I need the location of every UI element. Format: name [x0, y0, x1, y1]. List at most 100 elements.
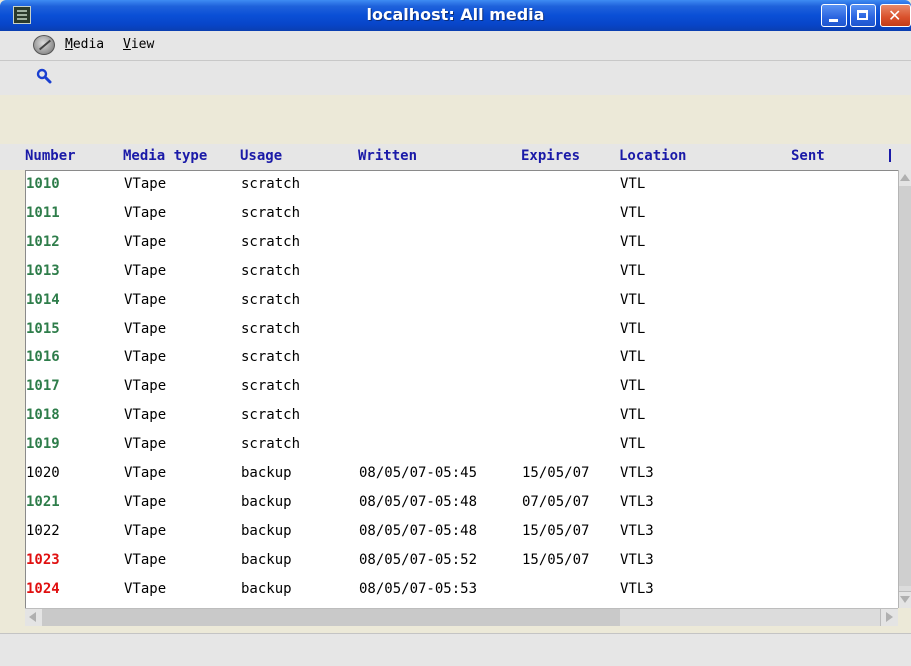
expires-cell: 15/05/07 — [522, 465, 590, 481]
toolbar — [0, 61, 911, 95]
horizontal-scrollbar[interactable] — [25, 608, 898, 626]
menu-view-rest: iew — [130, 37, 155, 52]
vertical-scroll-thumb[interactable] — [899, 186, 911, 586]
title-bar[interactable]: localhost: All media ✕ — [0, 0, 911, 31]
table-row[interactable]: 1020 VTape backup 08/05/07-05:45 15/05/07 VTL… — [26, 460, 898, 487]
media-number-cell: 1023 — [26, 551, 60, 568]
maximize-button[interactable] — [850, 4, 876, 27]
table-row[interactable]: 1019 VTape scratch VTL — [26, 431, 898, 458]
location-cell: VTL — [620, 349, 646, 366]
table-row[interactable]: 1021 VTape backup 08/05/07-05:48 07/05/07 VTL… — [26, 489, 898, 516]
media-type-cell: VTape — [124, 176, 167, 192]
media-number-cell: 1024 — [26, 580, 60, 597]
location-cell: VTL — [620, 407, 646, 424]
usage-cell: backup — [241, 465, 292, 481]
written-cell: 08/05/07-05:45 — [359, 465, 478, 481]
usage-cell: scratch — [241, 320, 301, 337]
table-row[interactable]: 1013 VTape scratch VTL — [26, 258, 898, 285]
written-cell: 08/05/07-05:53 — [359, 580, 478, 597]
media-number-cell: 1018 — [26, 407, 60, 424]
close-button[interactable]: ✕ — [880, 4, 911, 27]
location-cell: VTL — [620, 176, 646, 192]
close-icon: ✕ — [888, 6, 902, 25]
media-type-cell: VTape — [124, 551, 167, 568]
menu-media-mnemonic: M — [65, 37, 73, 52]
media-number-cell: 1013 — [26, 262, 60, 279]
column-usage-header[interactable]: Usage — [240, 148, 282, 164]
column-media-type-header[interactable]: Media type — [123, 148, 207, 164]
location-cell: VTL — [620, 262, 646, 279]
usage-cell: scratch — [241, 407, 301, 424]
location-cell: VTL3 — [620, 465, 654, 481]
window-title: localhost: All media — [366, 5, 545, 24]
vertical-scrollbar[interactable] — [898, 170, 911, 608]
media-number-cell: 1019 — [26, 436, 60, 453]
media-type-cell: VTape — [124, 233, 167, 250]
usage-cell: backup — [241, 551, 292, 568]
table-row[interactable]: 1016 VTape scratch VTL — [26, 344, 898, 371]
table-row[interactable]: 1022 VTape backup 08/05/07-05:48 15/05/07 VTL… — [26, 518, 898, 545]
written-cell: 08/05/07-05:52 — [359, 551, 478, 568]
menu-media[interactable]: Media — [65, 37, 104, 52]
table-row[interactable]: 1010 VTape scratch VTL — [26, 171, 898, 198]
media-type-cell: VTape — [124, 291, 167, 308]
location-cell: VTL3 — [620, 493, 654, 510]
usage-cell: backup — [241, 580, 292, 597]
scroll-right-icon[interactable] — [880, 609, 898, 626]
media-type-cell: VTape — [124, 407, 167, 424]
table-row[interactable]: 1014 VTape scratch VTL — [26, 287, 898, 314]
usage-cell: scratch — [241, 291, 301, 308]
media-number-cell: 1020 — [26, 465, 60, 481]
usage-cell: scratch — [241, 436, 301, 453]
media-number-cell: 1017 — [26, 378, 60, 395]
media-number-cell: 1011 — [26, 204, 60, 221]
media-type-cell: VTape — [124, 522, 167, 539]
scroll-up-icon[interactable] — [899, 170, 911, 187]
media-type-cell: VTape — [124, 580, 167, 597]
search-icon[interactable] — [36, 68, 52, 84]
minimize-icon — [829, 19, 838, 22]
usage-cell: scratch — [241, 262, 301, 279]
location-cell: VTL — [620, 320, 646, 337]
usage-cell: backup — [241, 493, 292, 510]
location-cell: VTL — [620, 233, 646, 250]
media-type-cell: VTape — [124, 493, 167, 510]
usage-cell: scratch — [241, 176, 301, 192]
maximize-icon — [857, 10, 868, 20]
location-cell: VTL — [620, 291, 646, 308]
menu-view-mnemonic: V — [123, 37, 131, 52]
media-number-cell: 1012 — [26, 233, 60, 250]
usage-cell: scratch — [241, 204, 301, 221]
column-written-header[interactable]: Written — [358, 148, 417, 164]
usage-cell: scratch — [241, 349, 301, 366]
table-row[interactable]: 1011 VTape scratch VTL — [26, 200, 898, 227]
column-number-header[interactable]: Number — [25, 148, 76, 164]
location-cell: VTL3 — [620, 551, 654, 568]
scroll-left-icon[interactable] — [25, 609, 43, 626]
table-row[interactable]: 1017 VTape scratch VTL — [26, 373, 898, 400]
media-type-cell: VTape — [124, 465, 167, 481]
expires-cell: 07/05/07 — [522, 493, 590, 510]
menu-view[interactable]: View — [123, 37, 154, 52]
minimize-button[interactable] — [821, 4, 847, 27]
scroll-down-icon[interactable] — [899, 591, 911, 608]
column-divider[interactable] — [889, 149, 891, 162]
media-number-cell: 1022 — [26, 522, 60, 539]
location-cell: VTL3 — [620, 522, 654, 539]
menu-media-rest: edia — [72, 37, 105, 52]
media-disc-icon — [33, 35, 55, 55]
media-window: localhost: All media ✕ Media View Number… — [0, 0, 911, 666]
table-row[interactable]: 1012 VTape scratch VTL — [26, 229, 898, 256]
table-row[interactable]: 1015 VTape scratch VTL — [26, 316, 898, 343]
media-list[interactable]: 1010 VTape scratch VTL 1011 VTape scratch VTL 10… — [25, 170, 898, 608]
location-cell: VTL — [620, 204, 646, 221]
horizontal-scroll-thumb[interactable] — [42, 609, 620, 626]
table-row[interactable]: 1018 VTape scratch VTL — [26, 402, 898, 429]
media-number-cell: 1016 — [26, 349, 60, 366]
table-row[interactable]: 1024 VTape backup 08/05/07-05:53 VTL3 — [26, 576, 898, 603]
table-row[interactable]: 1023 VTape backup 08/05/07-05:52 15/05/07 VTL… — [26, 547, 898, 574]
column-expires-header[interactable]: Expires — [521, 148, 580, 164]
media-type-cell: VTape — [124, 436, 167, 453]
column-location-header[interactable]: Location — [619, 148, 686, 164]
column-sent-header[interactable]: Sent — [791, 148, 825, 164]
